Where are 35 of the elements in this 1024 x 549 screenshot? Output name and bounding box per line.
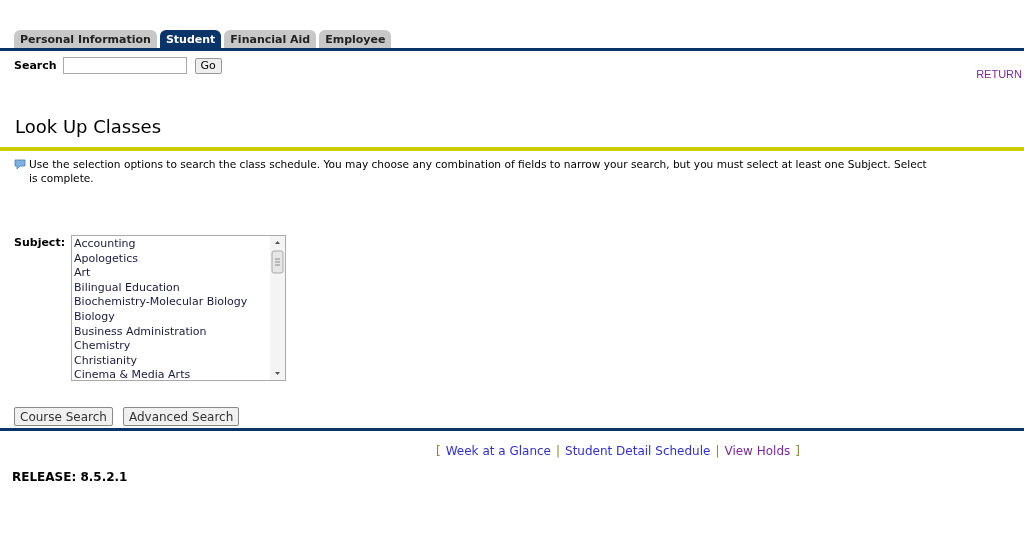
bracket: ] — [795, 444, 800, 458]
subject-option[interactable]: Art — [74, 266, 269, 281]
tab[interactable]: Employee — [319, 30, 392, 48]
subject-option[interactable]: Cinema & Media Arts — [74, 368, 269, 380]
separator: | — [556, 444, 561, 458]
subject-option[interactable]: Biology — [74, 309, 269, 325]
footer-link[interactable]: Week at a Glance — [445, 444, 551, 458]
subject-option[interactable]: Accounting — [74, 237, 269, 252]
search-label: Search — [14, 59, 57, 72]
subject-option[interactable]: Chemistry — [74, 339, 269, 354]
search-button[interactable]: Course Search — [14, 407, 113, 426]
subject-listbox[interactable]: Accounting Apologetics Art Bilingual Education Biochemistry-Molecular Biology Biology Business Administration Chemistry Christianity Cinema & Media Arts — [71, 235, 287, 381]
go-button[interactable]: Go — [194, 57, 222, 74]
search-field[interactable] — [62, 57, 187, 74]
subject-option[interactable]: Business Administration — [74, 324, 269, 340]
footer-link[interactable]: View Holds — [724, 444, 791, 458]
subject-option[interactable]: Apologetics — [74, 251, 269, 267]
tab[interactable]: Student — [159, 30, 222, 48]
bracket: [ — [436, 444, 441, 458]
subject-option[interactable]: Christianity — [74, 353, 269, 369]
footer-link[interactable]: Student Detail Schedule — [565, 444, 711, 458]
instruction-text: Use the selection options to search the class schedule. You may choose any combination of fields to narrow your search, but you must select at least one Subject. Select — [29, 157, 927, 171]
subject-option[interactable]: Bilingual Education — [74, 280, 269, 296]
release-text: RELEASE: 8.5.2.1 — [11, 469, 129, 484]
subject-option[interactable]: Biochemistry-Molecular Biology — [74, 295, 269, 310]
tab[interactable]: Personal Information — [14, 30, 157, 48]
page-title: Look Up Classes — [15, 116, 162, 139]
speech-bubble-icon — [14, 159, 26, 170]
return-link[interactable]: RETURN — [976, 68, 1022, 80]
separator: | — [715, 444, 720, 458]
subject-label: Subject: — [14, 236, 66, 249]
instruction-text: is complete. — [29, 171, 95, 185]
tab[interactable]: Financial Aid — [224, 30, 317, 48]
scrollbar[interactable] — [270, 236, 286, 380]
search-button[interactable]: Advanced Search — [122, 407, 240, 426]
